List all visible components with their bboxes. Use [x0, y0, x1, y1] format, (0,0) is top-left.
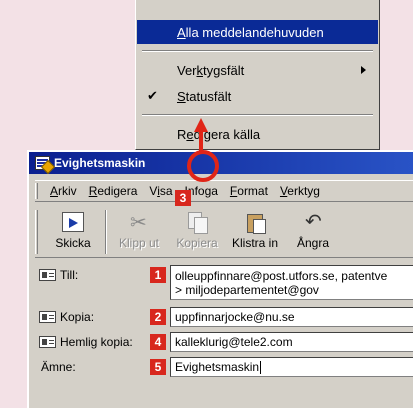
menu-visa[interactable]: Visa: [143, 184, 178, 198]
scissors-icon: [128, 210, 150, 234]
subject-label: Ämne:: [41, 360, 76, 374]
menu-item-statusfalt[interactable]: ✔ Statusfält: [137, 84, 378, 108]
message-window: Evighetsmaskin Arkiv Redigera Visa Infog…: [27, 150, 413, 408]
toolbar: Skicka Klipp ut Kopiera Klistra in Ångra: [35, 208, 413, 258]
bcc-field[interactable]: kalleklurig@tele2.com: [170, 332, 413, 352]
badge-4: 4: [150, 334, 166, 350]
cc-row: Kopia: 2 uppfinnarjocke@nu.se: [39, 307, 413, 327]
menu-format[interactable]: Format: [224, 184, 274, 198]
undo-button[interactable]: Ångra: [284, 208, 342, 256]
send-label: Skicka: [55, 236, 91, 250]
address-book-icon: [39, 269, 56, 281]
submenu-arrow-icon: [361, 66, 366, 74]
undo-label: Ångra: [296, 236, 330, 250]
to-row: Till: 1 olleuppfinnare@post.utfors.se, p…: [39, 265, 413, 300]
callout-arrow-shaft: [199, 130, 203, 152]
menu-item-redigera-kalla[interactable]: Re digera källa: [137, 122, 378, 146]
badge-1: 1: [150, 267, 166, 283]
to-label[interactable]: Till:: [39, 268, 78, 282]
copy-label: Kopiera: [176, 236, 218, 250]
subject-field[interactable]: Evighetsmaskin: [170, 357, 413, 377]
bcc-row: Hemlig kopia: 4 kalleklurig@tele2.com: [39, 332, 413, 352]
menu-item-verktygsfalt[interactable]: Ver k tygsfält: [137, 58, 378, 82]
badge-5: 5: [150, 359, 166, 375]
menu-verktyg[interactable]: Verktyg: [274, 184, 326, 198]
to-line-2: > miljodepartementet@gov: [175, 283, 319, 297]
send-icon: [62, 212, 84, 232]
cc-label[interactable]: Kopia:: [39, 310, 94, 324]
copy-icon: [186, 212, 208, 234]
undo-icon: [302, 209, 324, 233]
subject-value: Evighetsmaskin: [175, 360, 260, 374]
menu-separator: [142, 50, 373, 52]
paste-icon: [244, 212, 266, 234]
paste-label: Klistra in: [231, 236, 278, 250]
menu-separator: [142, 114, 373, 116]
checkmark-icon: ✔: [147, 88, 158, 104]
cut-label: Klipp ut: [118, 236, 160, 250]
cc-field[interactable]: uppfinnarjocke@nu.se: [170, 307, 413, 327]
address-book-icon: [39, 311, 56, 323]
to-line-1: olleuppfinnare@post.utfors.se, patentve: [175, 269, 388, 283]
copy-button[interactable]: Kopiera: [168, 208, 226, 256]
badge-2: 2: [150, 309, 166, 325]
callout-circle: [187, 150, 219, 182]
menu-redigera[interactable]: Redigera: [83, 184, 144, 198]
address-book-icon: [39, 336, 56, 348]
cut-button[interactable]: Klipp ut: [110, 208, 168, 256]
callout-arrowhead: [194, 118, 208, 132]
subject-row: Ämne: 5 Evighetsmaskin: [39, 357, 413, 377]
window-title: Evighetsmaskin: [54, 156, 146, 170]
menu-bar: Arkiv Redigera Visa Infoga Format Verkty…: [35, 180, 413, 202]
bcc-label[interactable]: Hemlig kopia:: [39, 335, 133, 349]
title-bar: Evighetsmaskin: [29, 152, 413, 174]
menubar-grip[interactable]: [35, 183, 38, 199]
menu-item-alla-meddelandehuvuden[interactable]: Alla meddelandehuvuden: [137, 20, 378, 44]
toolbar-separator: [105, 210, 107, 254]
toolbar-grip[interactable]: [35, 210, 38, 254]
to-field[interactable]: olleuppfinnare@post.utfors.se, patentve …: [170, 265, 413, 300]
message-icon: [35, 156, 50, 170]
text-caret: [260, 361, 262, 375]
send-button[interactable]: Skicka: [44, 208, 102, 256]
paste-button[interactable]: Klistra in: [226, 208, 284, 256]
badge-3: 3: [175, 190, 191, 206]
visa-dropdown-menu: Alla meddelandehuvuden Ver k tygsfält ✔ St…: [135, 0, 380, 150]
menu-arkiv[interactable]: Arkiv: [44, 184, 83, 198]
